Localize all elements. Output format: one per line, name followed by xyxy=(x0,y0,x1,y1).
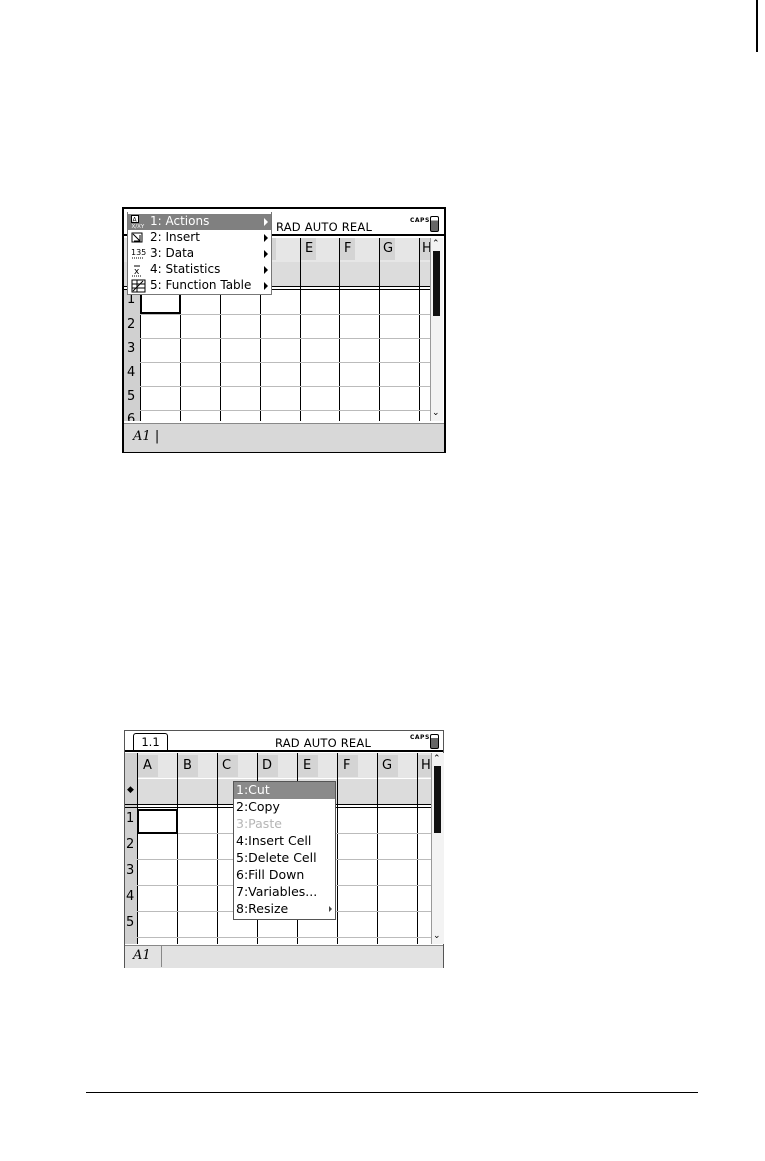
column-header-g[interactable]: G xyxy=(379,238,395,260)
row-header-4[interactable]: 4 xyxy=(125,886,137,911)
calculator-screen-context-menu: 1.1 RAD AUTO REAL CAPS A B C D E F G H ◆… xyxy=(124,730,444,968)
row-header-4[interactable]: 4 xyxy=(124,362,140,386)
menu-item-statistics[interactable]: x 4: Statistics xyxy=(128,262,271,278)
cell-reference: A1 | xyxy=(133,429,160,444)
calculator-screen-actions-menu: RAD AUTO REAL CAPS D E F G H 1 2 3 4 5 6… xyxy=(122,207,446,453)
menu-item-data[interactable]: 135 3: Data xyxy=(128,246,271,262)
actions-icon: A X/XY xyxy=(131,215,147,230)
selected-cell-a1[interactable] xyxy=(137,809,178,834)
entry-line[interactable] xyxy=(125,945,443,968)
page-footer-rule xyxy=(86,1092,698,1093)
row-header-2[interactable]: 2 xyxy=(125,834,137,859)
menu-item-copy[interactable]: 2:Copy xyxy=(234,799,335,816)
scroll-down-icon[interactable]: ⌄ xyxy=(433,932,441,941)
row-header-2[interactable]: 2 xyxy=(124,314,140,338)
menu-item-resize[interactable]: 8:Resize xyxy=(234,901,335,918)
menu-item-function-table[interactable]: 5: Function Table xyxy=(128,278,271,294)
row-header-3[interactable]: 3 xyxy=(124,338,140,362)
scroll-up-icon[interactable]: ⌃ xyxy=(433,755,441,764)
status-mode: RAD AUTO REAL xyxy=(276,220,373,234)
context-menu: 1:Cut 2:Copy 3:Paste 4:Insert Cell 5:Del… xyxy=(233,781,336,920)
row-header-5[interactable]: 5 xyxy=(124,386,140,410)
column-header-d[interactable]: D xyxy=(258,755,278,777)
scroll-up-icon[interactable]: ⌃ xyxy=(432,240,440,249)
row-header-6[interactable]: 6 xyxy=(124,410,140,421)
menu-item-fill-down[interactable]: 6:Fill Down xyxy=(234,867,335,884)
column-header-f[interactable]: F xyxy=(338,755,358,777)
page-edge-rule xyxy=(756,0,758,52)
column-header-e[interactable]: E xyxy=(298,755,318,777)
column-header-h[interactable]: H xyxy=(418,755,431,777)
menu-item-paste: 3:Paste xyxy=(236,816,282,831)
column-header-e[interactable]: E xyxy=(300,238,316,260)
formula-marker-icon: ◆ xyxy=(127,785,134,795)
page-tab[interactable]: 1.1 xyxy=(133,733,168,750)
menu-item-insert[interactable]: 2: Insert xyxy=(128,230,271,246)
row-header-1[interactable]: 1 xyxy=(125,808,137,833)
data-icon: 135 xyxy=(131,247,147,261)
scrollbar-thumb[interactable] xyxy=(434,766,441,833)
row-header-3[interactable]: 3 xyxy=(125,860,137,885)
entry-line[interactable] xyxy=(124,423,444,452)
caps-indicator: CAPS xyxy=(410,734,430,741)
column-header-a[interactable]: A xyxy=(138,755,158,777)
status-mode: RAD AUTO REAL xyxy=(275,736,372,750)
actions-dropdown-menu: A X/XY 1: Actions 2: Insert 135 3: Data x… xyxy=(127,212,272,295)
column-header-h[interactable]: H xyxy=(419,238,432,260)
column-header-g[interactable]: G xyxy=(378,755,398,777)
svg-text:135: 135 xyxy=(131,248,146,257)
row-header-5[interactable]: 5 xyxy=(125,912,137,937)
battery-icon xyxy=(430,734,439,749)
menu-item-actions[interactable]: A X/XY 1: Actions xyxy=(128,214,271,230)
svg-text:X/XY: X/XY xyxy=(132,224,145,229)
cell-reference: A1 xyxy=(133,948,151,963)
menu-item-cut[interactable]: 1:Cut xyxy=(234,782,335,799)
function-table-icon xyxy=(131,279,147,293)
column-header-f[interactable]: F xyxy=(339,238,355,260)
scroll-down-icon[interactable]: ⌄ xyxy=(432,409,440,418)
menu-item-insert-cell[interactable]: 4:Insert Cell xyxy=(234,833,335,850)
battery-icon xyxy=(430,216,439,232)
caps-indicator: CAPS xyxy=(410,217,430,224)
menu-item-delete-cell[interactable]: 5:Delete Cell xyxy=(234,850,335,867)
insert-icon xyxy=(131,231,147,245)
menu-item-variables[interactable]: 7:Variables... xyxy=(234,884,335,901)
column-header-c[interactable]: C xyxy=(218,755,238,777)
statistics-icon: x xyxy=(131,263,147,277)
scrollbar-thumb[interactable] xyxy=(433,251,440,316)
column-header-b[interactable]: B xyxy=(178,755,198,777)
